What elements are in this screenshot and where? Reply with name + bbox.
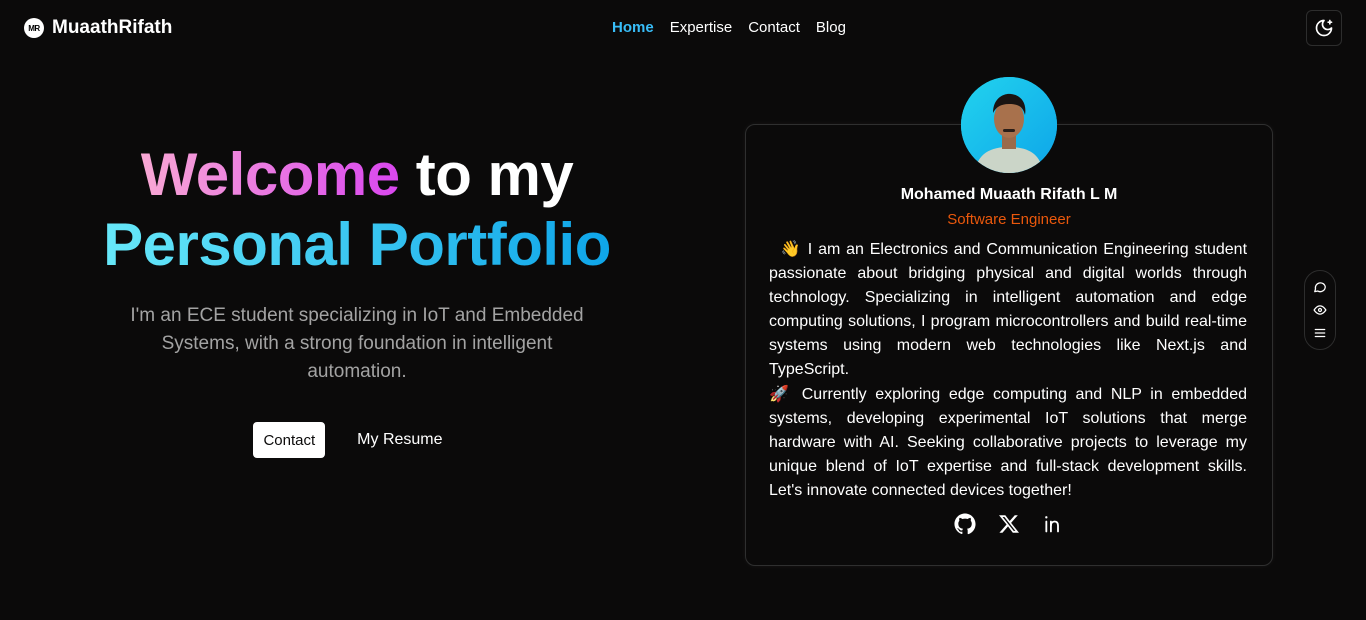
profile-name: Mohamed Muaath Rifath L M (900, 186, 1118, 203)
github-link[interactable] (953, 512, 977, 536)
profile-bio: 👋 I am an Electronics and Communication … (769, 237, 1247, 503)
hero-section: Welcome to my Personal Portfolio I'm an … (40, 140, 674, 458)
bio-paragraph-1: 👋 I am an Electronics and Communication … (769, 239, 1248, 378)
social-links (745, 512, 1273, 536)
bio-paragraph-2: 🚀 Currently exploring edge computing and… (769, 384, 1247, 499)
logo-mark-icon: MR (24, 18, 44, 38)
brand-name: MuaathRifath (52, 17, 173, 38)
hero-title: Welcome to my Personal Portfolio (40, 140, 674, 280)
avatar-person-icon (961, 77, 1057, 173)
eye-icon (1313, 305, 1327, 315)
menu-button[interactable] (1312, 325, 1328, 341)
hero-actions: Contact My Resume (40, 422, 674, 458)
nav-link-home[interactable]: Home (612, 19, 654, 36)
github-icon (954, 513, 976, 535)
side-toolbar (1304, 270, 1336, 350)
linkedin-icon (1045, 516, 1059, 533)
waving-hand-icon: 👋 (780, 239, 802, 258)
view-button[interactable] (1312, 302, 1328, 318)
menu-icon (1314, 329, 1326, 338)
top-navbar: MR MuaathRifath Home Expertise Contact B… (0, 0, 1366, 56)
brand-logo-link[interactable]: MR MuaathRifath (24, 17, 172, 39)
x-twitter-link[interactable] (997, 512, 1021, 536)
linkedin-link[interactable] (1041, 512, 1065, 536)
profile-role: Software Engineer (947, 211, 1071, 228)
chat-icon (1314, 281, 1326, 292)
hero-subtitle: I'm an ECE student specializing in IoT a… (130, 305, 584, 382)
hero-title-portfolio: Personal Portfolio (103, 211, 611, 278)
hero-title-to-my: to my (399, 141, 574, 208)
theme-toggle-button[interactable] (1306, 10, 1342, 46)
nav-link-expertise[interactable]: Expertise (670, 19, 733, 36)
x-icon (999, 515, 1019, 533)
main-nav: Home Expertise Contact Blog (612, 19, 846, 36)
hero-title-welcome: Welcome (140, 141, 400, 208)
resume-button[interactable]: My Resume (339, 422, 460, 458)
rocket-icon: 🚀 (769, 384, 794, 403)
chat-button[interactable] (1312, 279, 1328, 295)
nav-link-blog[interactable]: Blog (816, 19, 846, 36)
profile-avatar (961, 77, 1057, 173)
moon-stars-icon (1315, 19, 1333, 37)
nav-link-contact[interactable]: Contact (748, 19, 800, 36)
contact-button[interactable]: Contact (253, 422, 326, 458)
